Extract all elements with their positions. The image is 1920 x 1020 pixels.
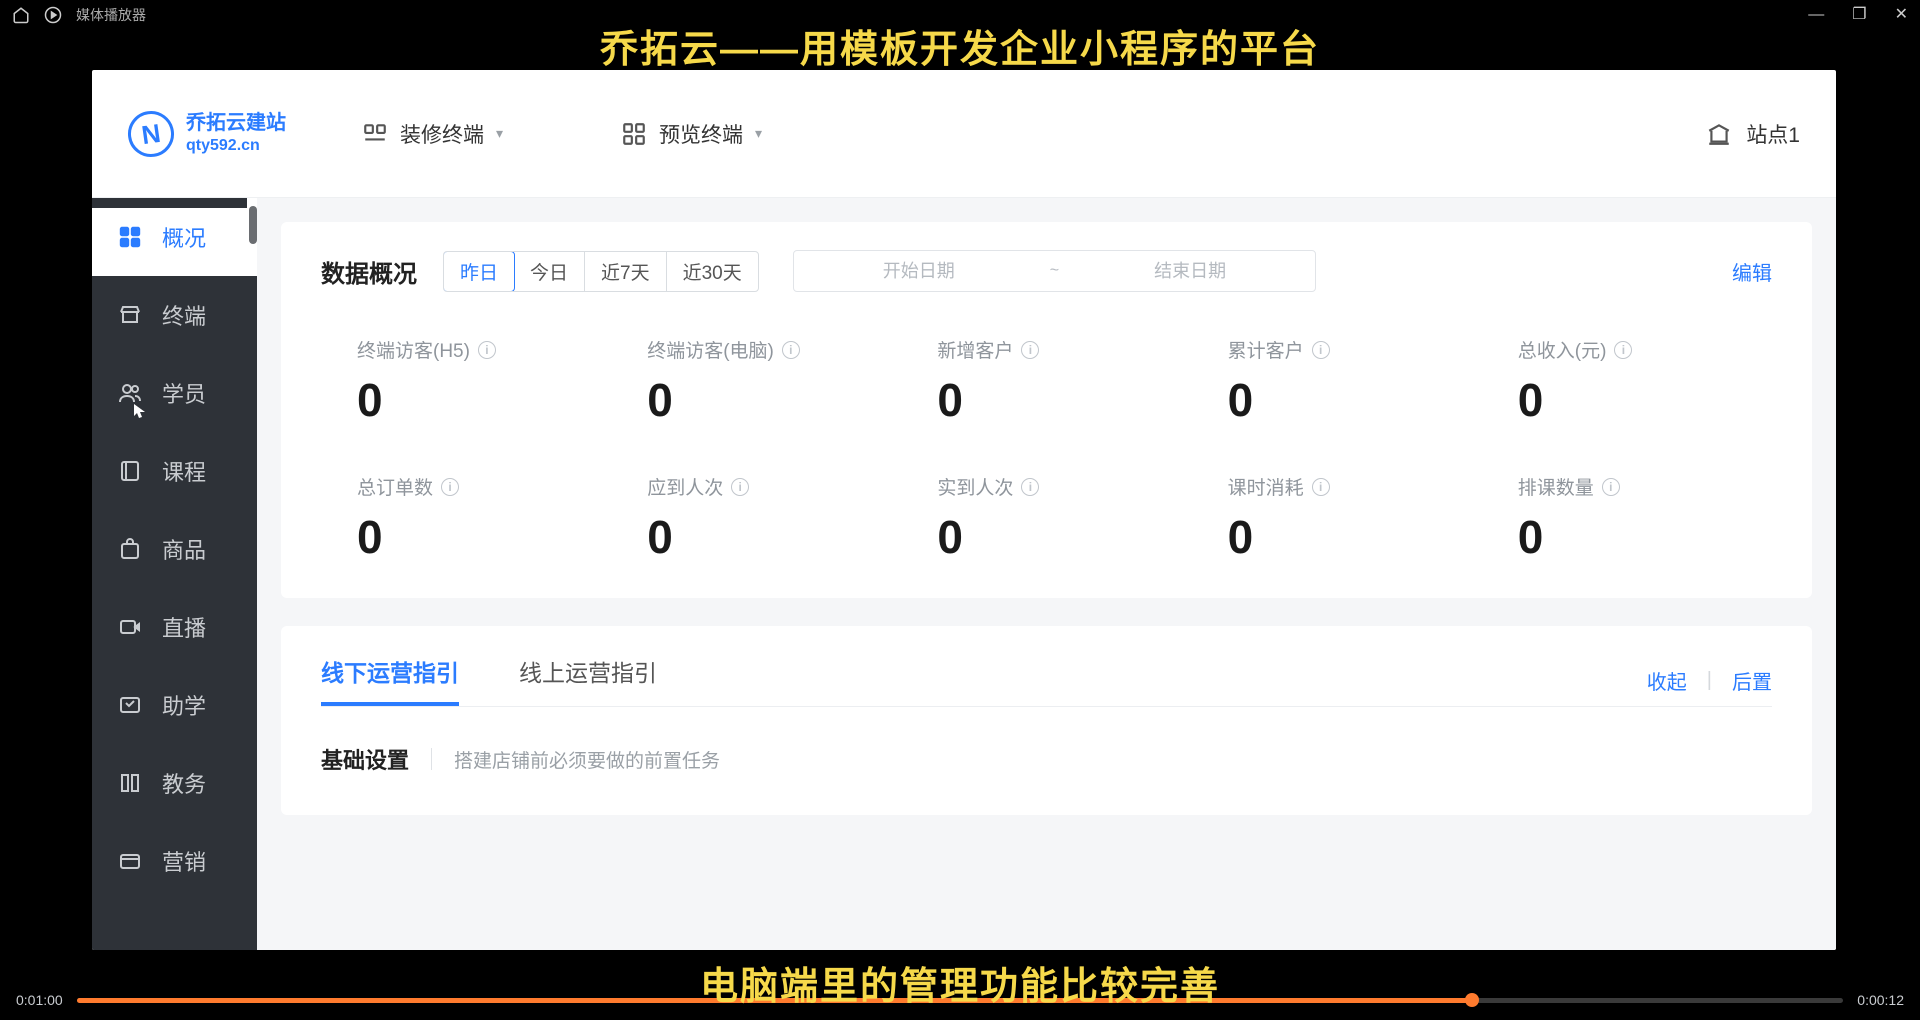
stat-expected-attendance: 应到人次i 0: [611, 473, 901, 564]
users-icon: [118, 381, 144, 405]
sidebar-item-assistance[interactable]: 助学: [92, 666, 257, 744]
wallet-icon: [118, 849, 144, 873]
chevron-down-icon: ▾: [755, 125, 762, 142]
sidebar-item-marketing[interactable]: 营销: [92, 822, 257, 900]
date-range-segments: 昨日 今日 近7天 近30天: [443, 251, 759, 292]
info-icon[interactable]: i: [1312, 478, 1330, 496]
stats-grid: 终端访客(H5)i 0 终端访客(电脑)i 0 新增客户i 0 累计客户i 0: [321, 336, 1772, 564]
range-7d[interactable]: 近7天: [585, 252, 667, 291]
sidebar-item-label: 助学: [162, 689, 206, 721]
info-icon[interactable]: i: [782, 341, 800, 359]
date-range-picker[interactable]: ~: [793, 250, 1316, 292]
divider: |: [1707, 669, 1712, 692]
sidebar-item-label: 终端: [162, 299, 206, 331]
home-icon[interactable]: [12, 6, 30, 24]
app-viewport: N 乔拓云建站 qty592.cn 装修终端 ▾ 预览终端 ▾ 站点1: [92, 70, 1836, 950]
date-start-input[interactable]: [794, 261, 1044, 282]
date-separator: ~: [1044, 262, 1065, 280]
stat-lesson-consumption: 课时消耗i 0: [1192, 473, 1482, 564]
edit-link[interactable]: 编辑: [1732, 257, 1772, 286]
overview-title: 数据概况: [321, 254, 417, 289]
sidebar: 概况 终端 学员 课程: [92, 198, 257, 950]
chevron-down-icon: ▾: [496, 125, 503, 142]
site-selector[interactable]: 站点1: [1706, 119, 1800, 149]
preview-label: 预览终端: [659, 119, 743, 149]
bank-icon: [1706, 121, 1732, 147]
sidebar-item-courses[interactable]: 课程: [92, 432, 257, 510]
player-title: 媒体播放器: [76, 5, 146, 25]
close-icon[interactable]: ✕: [1895, 7, 1908, 23]
info-icon[interactable]: i: [1602, 478, 1620, 496]
sidebar-item-students[interactable]: 学员: [92, 354, 257, 432]
decorate-terminal-dropdown[interactable]: 装修终端 ▾: [356, 111, 509, 157]
info-icon[interactable]: i: [1312, 341, 1330, 359]
stat-new-customers: 新增客户i 0: [901, 336, 1191, 427]
basic-settings-desc: 搭建店铺前必须要做的前置任务: [454, 746, 720, 773]
flag-icon: [118, 693, 144, 717]
maximize-icon[interactable]: ❐: [1852, 7, 1866, 23]
caption-top: 乔拓云——用模板开发企业小程序的平台: [0, 30, 1920, 74]
stat-pc-visitors: 终端访客(电脑)i 0: [611, 336, 901, 427]
logo-line2: qty592.cn: [186, 136, 286, 156]
stat-total-orders: 总订单数i 0: [321, 473, 611, 564]
sidebar-item-live[interactable]: 直播: [92, 588, 257, 666]
stat-schedule-count: 排课数量i 0: [1482, 473, 1772, 564]
app-header: N 乔拓云建站 qty592.cn 装修终端 ▾ 预览终端 ▾ 站点1: [92, 70, 1836, 198]
divider: [431, 748, 432, 770]
grid-icon: [118, 225, 144, 249]
stat-actual-attendance: 实到人次i 0: [901, 473, 1191, 564]
site-label: 站点1: [1746, 119, 1800, 149]
sidebar-item-products[interactable]: 商品: [92, 510, 257, 588]
logo[interactable]: N 乔拓云建站 qty592.cn: [128, 111, 286, 157]
layout-icon: [362, 121, 388, 147]
overview-panel: 数据概况 昨日 今日 近7天 近30天 ~ 编辑: [281, 222, 1812, 598]
play-circle-icon[interactable]: [44, 6, 62, 24]
sidebar-item-terminal[interactable]: 终端: [92, 276, 257, 354]
storefront-icon: [118, 303, 144, 327]
minimize-icon[interactable]: —: [1808, 7, 1824, 23]
postpone-link[interactable]: 后置: [1732, 666, 1772, 695]
preview-terminal-dropdown[interactable]: 预览终端 ▾: [615, 111, 768, 157]
date-end-input[interactable]: [1065, 261, 1315, 282]
grid-apps-icon: [621, 121, 647, 147]
sidebar-item-label: 商品: [162, 533, 206, 565]
caption-bottom: 电脑端里的管理功能比较完善: [0, 955, 1920, 1010]
sidebar-item-label: 课程: [162, 455, 206, 487]
stat-total-income: 总收入(元)i 0: [1482, 336, 1772, 427]
range-today[interactable]: 今日: [514, 252, 585, 291]
tab-online-ops[interactable]: 线上运营指引: [519, 654, 657, 706]
content-area: 数据概况 昨日 今日 近7天 近30天 ~ 编辑: [257, 198, 1836, 950]
range-30d[interactable]: 近30天: [667, 252, 758, 291]
info-icon[interactable]: i: [1614, 341, 1632, 359]
scrollbar-thumb[interactable]: [249, 206, 257, 244]
logo-line1: 乔拓云建站: [186, 111, 286, 136]
info-icon[interactable]: i: [1021, 341, 1039, 359]
sidebar-item-label: 直播: [162, 611, 206, 643]
stat-h5-visitors: 终端访客(H5)i 0: [321, 336, 611, 427]
range-yesterday[interactable]: 昨日: [443, 251, 515, 292]
bag-icon: [118, 537, 144, 561]
collapse-link[interactable]: 收起: [1647, 666, 1687, 695]
sidebar-item-academic[interactable]: 教务: [92, 744, 257, 822]
info-icon[interactable]: i: [441, 478, 459, 496]
info-icon[interactable]: i: [731, 478, 749, 496]
decorate-label: 装修终端: [400, 119, 484, 149]
video-icon: [118, 615, 144, 639]
info-icon[interactable]: i: [478, 341, 496, 359]
sidebar-item-label: 概况: [162, 221, 206, 253]
info-icon[interactable]: i: [1021, 478, 1039, 496]
cursor-pointer-icon: [132, 402, 148, 427]
book-icon: [118, 459, 144, 483]
tab-offline-ops[interactable]: 线下运营指引: [321, 654, 459, 706]
logo-mark-icon: N: [125, 108, 177, 160]
columns-icon: [118, 771, 144, 795]
stat-total-customers: 累计客户i 0: [1192, 336, 1482, 427]
basic-settings-title: 基础设置: [321, 743, 409, 775]
sidebar-item-overview[interactable]: 概况: [92, 198, 257, 276]
sidebar-item-label: 教务: [162, 767, 206, 799]
sidebar-item-label: 营销: [162, 845, 206, 877]
sidebar-item-label: 学员: [162, 377, 206, 409]
operations-panel: 线下运营指引 线上运营指引 收起 | 后置 基础设置 搭建店铺前必须要做的前置任…: [281, 626, 1812, 815]
